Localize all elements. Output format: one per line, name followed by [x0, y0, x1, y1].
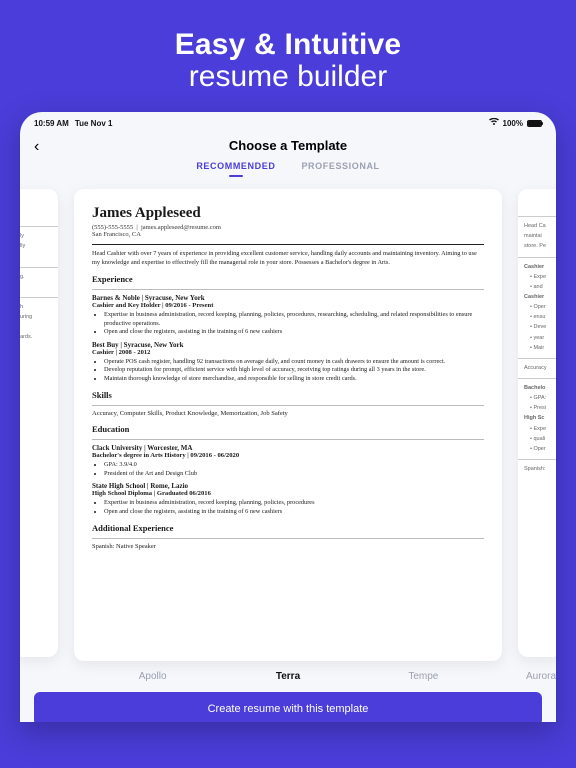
tablet-frame: 10:59 AM Tue Nov 1 100% ‹ Choose a Templ…	[20, 112, 556, 722]
job2-role: Cashier | 2008 - 2012	[92, 349, 484, 356]
resume-contact: (555)-555-5555 | james.appleseed@resume.…	[92, 224, 484, 231]
template-names: Apollo Terra Tempe Aurora	[20, 665, 556, 682]
section-experience: Experience	[92, 274, 484, 284]
wifi-icon	[489, 118, 499, 128]
status-date: Tue Nov 1	[75, 119, 113, 128]
edu2-bullets: Expertise in business administration, re…	[92, 499, 484, 516]
template-name-aurora[interactable]: Aurora	[492, 671, 556, 682]
edu1-school: Clack University | Worcester, MA	[92, 444, 484, 452]
resume-summary: Head Cashier with over 7 years of experi…	[92, 250, 484, 267]
template-name-terra[interactable]: Terra	[221, 671, 355, 682]
template-carousel[interactable]: lylly g. h uring ards. James Appleseed	[20, 185, 556, 665]
job2-bullets: Operate POS cash register, handling 92 t…	[92, 358, 484, 384]
template-name-apollo[interactable]: Apollo	[86, 671, 220, 682]
back-button[interactable]: ‹	[34, 138, 39, 156]
edu2-school: State High School | Rome, Lazio	[92, 482, 484, 490]
template-card-next[interactable]: Head Ca maintai store. Pe Cashier Expe a…	[518, 189, 556, 657]
edu1-bullets: GPA: 3.9/4.0 President of the Art and De…	[92, 461, 484, 478]
job2-employer: Best Buy | Syracuse, New York	[92, 341, 484, 349]
create-resume-button[interactable]: Create resume with this template	[34, 692, 542, 722]
battery-icon	[527, 120, 542, 127]
section-additional: Additional Experience	[92, 523, 484, 533]
hero-title-line1: Easy & Intuitive	[175, 28, 402, 62]
resume-name: James Appleseed	[92, 205, 484, 222]
section-skills: Skills	[92, 390, 484, 400]
tab-recommended[interactable]: RECOMMENDED	[196, 161, 275, 177]
resume-preview: James Appleseed (555)-555-5555 | james.a…	[92, 205, 484, 550]
tab-professional[interactable]: PROFESSIONAL	[301, 161, 379, 177]
job1-bullets: Expertise in business administration, re…	[92, 311, 484, 337]
edu2-degree: High School Diploma | Graduated 06/2016	[92, 490, 484, 497]
skills-line: Accuracy, Computer Skills, Product Knowl…	[92, 410, 484, 417]
template-card-prev[interactable]: lylly g. h uring ards.	[20, 189, 58, 657]
job1-role: Cashier and Key Holder | 09/2016 - Prese…	[92, 302, 484, 309]
hero: Easy & Intuitive resume builder	[175, 0, 402, 112]
page-title: Choose a Template	[36, 138, 540, 153]
template-name-tempe[interactable]: Tempe	[356, 671, 490, 682]
battery-pct: 100%	[503, 119, 523, 128]
section-education: Education	[92, 424, 484, 434]
job1-employer: Barnes & Noble | Syracuse, New York	[92, 294, 484, 302]
edu1-degree: Bachelor's degree in Arts History | 09/2…	[92, 452, 484, 459]
status-bar: 10:59 AM Tue Nov 1 100%	[20, 112, 556, 128]
hero-title-line2: resume builder	[175, 60, 402, 94]
template-card-terra[interactable]: James Appleseed (555)-555-5555 | james.a…	[74, 189, 502, 661]
resume-location: San Francisco, CA	[92, 231, 484, 238]
status-time: 10:59 AM	[34, 119, 69, 128]
additional-line: Spanish: Native Speaker	[92, 543, 484, 550]
